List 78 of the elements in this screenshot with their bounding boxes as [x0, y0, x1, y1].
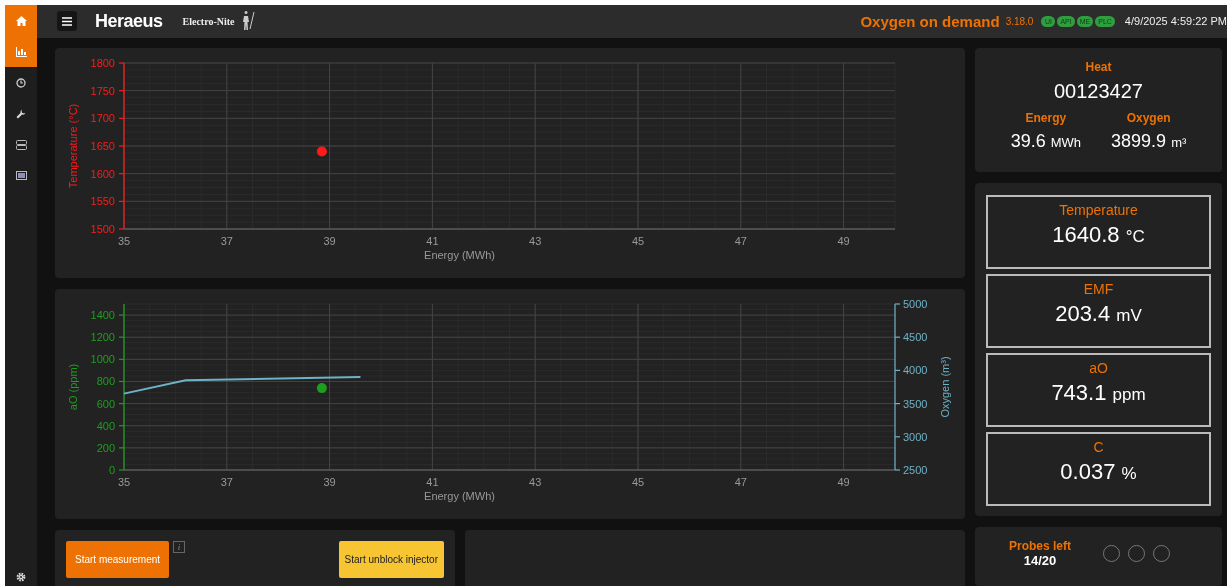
probes-label: Probes left: [1009, 538, 1071, 553]
tick-label: 1550: [90, 195, 115, 208]
start-measurement-button[interactable]: Start measurement: [66, 541, 170, 578]
tick-label: 600: [96, 397, 115, 410]
logo: Heraeus: [95, 10, 163, 32]
tick-label: 1200: [90, 331, 115, 344]
tick-label: 800: [96, 375, 115, 388]
monitor-icon: [15, 171, 27, 180]
settings-icon[interactable]: [16, 572, 26, 582]
app-title: Oxygen on demand: [860, 12, 1000, 30]
data-point: [316, 146, 327, 157]
measurement-value: 1640.8 °C: [1052, 221, 1145, 248]
tick-label: 45: [631, 235, 645, 247]
measurement-label: Temperature: [1059, 201, 1138, 218]
oxygen-label: Oxygen: [1126, 111, 1171, 125]
probes-count: 14/20: [1023, 552, 1057, 568]
y-axis-title: Temperature (°C): [67, 103, 79, 189]
tick-label: 0: [108, 464, 115, 476]
version-label: 3.18.0: [1005, 15, 1034, 27]
measurement-label: EMF: [1083, 280, 1114, 297]
tick-label: 1700: [90, 112, 115, 125]
tick-label: 3000: [903, 430, 928, 443]
tick-label: 43: [529, 476, 542, 488]
y-axis-title: Oxygen (m³): [939, 356, 951, 418]
unblock-injector-button[interactable]: Start unblock injector: [338, 541, 444, 578]
heat-label: Heat: [1085, 60, 1112, 74]
info-icon[interactable]: i: [173, 541, 186, 553]
measurement-value: 203.4 mV: [1055, 300, 1142, 327]
tick-label: 41: [426, 476, 439, 488]
tick-label: 39: [323, 235, 336, 247]
tick-label: 5000: [903, 298, 928, 310]
tick-label: 1800: [90, 57, 115, 69]
tick-label: 4000: [903, 364, 928, 377]
tick-label: 1400: [90, 309, 115, 322]
sublogo: Electro-Nite: [182, 15, 235, 27]
menu-icon: [62, 16, 72, 26]
energy-label: Energy: [1025, 111, 1067, 125]
tick-label: 1600: [90, 167, 115, 180]
tick-label: 1650: [90, 140, 115, 152]
tick-label: 1500: [90, 223, 115, 235]
tick-label: 400: [96, 419, 115, 432]
chart-icon: [15, 46, 27, 57]
tick-label: 1000: [90, 353, 115, 366]
tick-label: 49: [837, 235, 850, 247]
tick-label: 4500: [903, 331, 928, 344]
tick-label: 43: [529, 235, 542, 247]
tick-label: 1750: [90, 84, 115, 97]
wrench-icon: [16, 108, 26, 119]
clock-icon: [16, 77, 26, 88]
menu-button[interactable]: [57, 11, 77, 31]
x-axis-title: Energy (MWh): [424, 249, 495, 261]
measurement-value: 743.1 ppm: [1051, 379, 1146, 406]
tick-label: 35: [117, 235, 131, 247]
tick-label: 2500: [903, 464, 928, 476]
server-icon: [15, 139, 27, 150]
tick-label: 49: [837, 476, 850, 488]
tick-label: 37: [220, 476, 233, 488]
tick-label: 35: [117, 476, 131, 488]
tick-label: 3500: [903, 397, 928, 410]
data-point: [316, 383, 327, 394]
measurement-label: C: [1093, 438, 1104, 455]
tick-label: 45: [631, 476, 645, 488]
tick-label: 47: [734, 235, 747, 247]
oxygen-value: 3899.9 m³: [1111, 131, 1187, 152]
tick-label: 37: [220, 235, 233, 247]
tick-label: 200: [96, 441, 115, 454]
knight-figure-icon: [240, 11, 255, 31]
y-axis-title: aO (ppm): [67, 363, 79, 411]
datetime: 4/9/2025 4:59:22 PM: [1124, 15, 1227, 27]
heat-value: 00123427: [1054, 80, 1143, 103]
measurement-label: aO: [1089, 359, 1108, 376]
measurement-value: 0.037 %: [1060, 458, 1137, 485]
home-icon: [15, 15, 27, 26]
energy-value: 39.6 MWh: [1010, 131, 1082, 152]
tick-label: 39: [323, 476, 336, 488]
x-axis-title: Energy (MWh): [424, 490, 495, 502]
tick-label: 41: [426, 235, 439, 247]
tick-label: 47: [734, 476, 747, 488]
